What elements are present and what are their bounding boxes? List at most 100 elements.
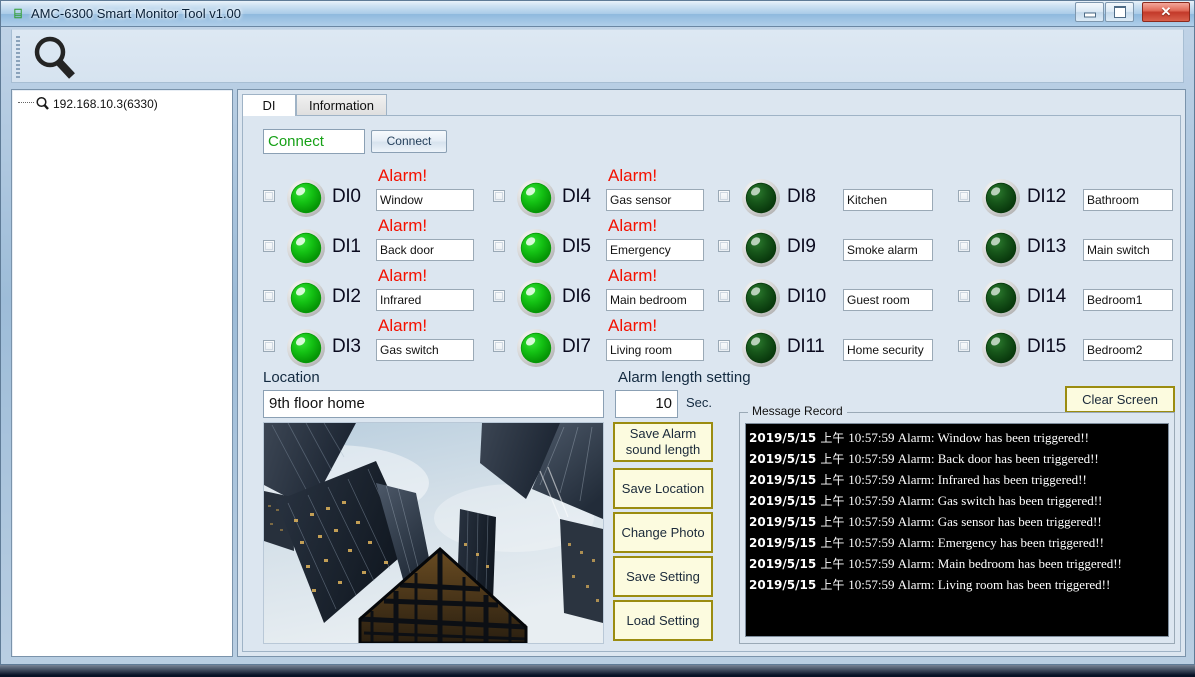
alarm-length-input[interactable]: 10 — [615, 390, 678, 418]
log-ampm: 上午 — [820, 473, 849, 487]
log-message: 10:57:59 Alarm: Gas sensor has been trig… — [848, 514, 1102, 529]
application-window: ⌸ AMC-6300 Smart Monitor Tool v1.00 ✕ 19… — [0, 0, 1195, 665]
save-location-button[interactable]: Save Location — [613, 468, 713, 509]
led-indicator-di5 — [516, 228, 556, 268]
di-name-input-di2[interactable]: Infrared — [376, 289, 474, 311]
close-button[interactable]: ✕ — [1142, 2, 1190, 22]
connect-button[interactable]: Connect — [371, 130, 447, 153]
di-name-input-di5[interactable]: Emergency — [606, 239, 704, 261]
log-message: 10:57:59 Alarm: Window has been triggere… — [848, 430, 1089, 445]
tab-information[interactable]: Information — [296, 94, 387, 116]
alarm-label-di5: Alarm! — [608, 216, 658, 235]
clear-screen-button[interactable]: Clear Screen — [1065, 386, 1175, 413]
di-label-di8: DI8 — [787, 186, 816, 207]
di-label-di13: DI13 — [1027, 236, 1066, 257]
log-ampm: 上午 — [820, 494, 849, 508]
location-photo[interactable] — [263, 422, 604, 644]
window-shadow — [0, 665, 1195, 677]
led-indicator-di12 — [981, 178, 1021, 218]
location-label: Location — [263, 369, 320, 386]
di-checkbox-di6[interactable] — [493, 290, 505, 302]
di-name-input-di3[interactable]: Gas switch — [376, 339, 474, 361]
di-checkbox-di4[interactable] — [493, 190, 505, 202]
led-indicator-di10 — [741, 278, 781, 318]
maximize-button[interactable] — [1105, 2, 1134, 22]
tree-item-device[interactable]: 192.168.10.3(6330) — [18, 95, 158, 113]
alarm-length-label: Alarm length setting — [618, 369, 751, 386]
close-icon: ✕ — [1160, 4, 1172, 19]
di-channel-di5: DI5 Emergency Alarm! — [493, 216, 723, 268]
led-indicator-di3 — [286, 328, 326, 368]
di-name-input-di13[interactable]: Main switch — [1083, 239, 1173, 261]
led-indicator-di6 — [516, 278, 556, 318]
di-channel-di8: DI8 Kitchen — [718, 168, 948, 218]
di-checkbox-di15[interactable] — [958, 340, 970, 352]
log-ampm: 上午 — [820, 578, 849, 592]
load-setting-button[interactable]: Load Setting — [613, 600, 713, 641]
save-setting-button[interactable]: Save Setting — [613, 556, 713, 597]
di-name-input-di12[interactable]: Bathroom — [1083, 189, 1173, 211]
di-checkbox-di14[interactable] — [958, 290, 970, 302]
message-log-line: 2019/5/15 上午 10:57:59 Alarm: Back door h… — [749, 448, 1168, 469]
di-checkbox-di3[interactable] — [263, 340, 275, 352]
minimize-button[interactable] — [1075, 2, 1104, 22]
search-icon[interactable] — [32, 35, 78, 80]
tab-di[interactable]: DI — [242, 94, 296, 116]
di-checkbox-di10[interactable] — [718, 290, 730, 302]
di-name-input-di9[interactable]: Smoke alarm — [843, 239, 933, 261]
message-log-line: 2019/5/15 上午 10:57:59 Alarm: Infrared ha… — [749, 469, 1168, 490]
led-indicator-di14 — [981, 278, 1021, 318]
di-name-input-di14[interactable]: Bedroom1 — [1083, 289, 1173, 311]
di-checkbox-di5[interactable] — [493, 240, 505, 252]
di-checkbox-di12[interactable] — [958, 190, 970, 202]
log-message: 10:57:59 Alarm: Living room has been tri… — [848, 577, 1111, 592]
alarm-length-unit: Sec. — [686, 395, 713, 410]
di-name-input-di10[interactable]: Guest room — [843, 289, 933, 311]
di-checkbox-di13[interactable] — [958, 240, 970, 252]
led-indicator-di4 — [516, 178, 556, 218]
log-date: 2019/5/15 — [749, 452, 821, 466]
device-tree-panel[interactable]: 192.168.10.3(6330) — [11, 89, 233, 657]
toolbar — [11, 29, 1184, 83]
message-log-line: 2019/5/15 上午 10:57:59 Alarm: Main bedroo… — [749, 553, 1168, 574]
main-panel: DI Information Connect Connect DI0 Window… — [237, 89, 1186, 657]
di-name-input-di8[interactable]: Kitchen — [843, 189, 933, 211]
di-checkbox-di7[interactable] — [493, 340, 505, 352]
led-indicator-di11 — [741, 328, 781, 368]
save-alarm-sound-length-button[interactable]: Save Alarm sound length — [613, 422, 713, 462]
di-label-di1: DI1 — [332, 236, 361, 257]
alarm-label-di1: Alarm! — [378, 216, 428, 235]
di-name-input-di15[interactable]: Bedroom2 — [1083, 339, 1173, 361]
di-checkbox-di1[interactable] — [263, 240, 275, 252]
change-photo-button[interactable]: Change Photo — [613, 512, 713, 553]
di-channel-di12: DI12 Bathroom — [958, 168, 1188, 218]
di-name-input-di4[interactable]: Gas sensor — [606, 189, 704, 211]
di-channel-di6: DI6 Main bedroom Alarm! — [493, 266, 723, 318]
di-name-input-di1[interactable]: Back door — [376, 239, 474, 261]
di-channel-di9: DI9 Smoke alarm — [718, 218, 948, 268]
log-date: 2019/5/15 — [749, 431, 821, 445]
toolbar-grip[interactable] — [16, 36, 20, 78]
di-checkbox-di11[interactable] — [718, 340, 730, 352]
led-indicator-di1 — [286, 228, 326, 268]
di-checkbox-di9[interactable] — [718, 240, 730, 252]
alarm-label-di4: Alarm! — [608, 166, 658, 185]
di-channel-di14: DI14 Bedroom1 — [958, 268, 1188, 318]
connection-status-field[interactable]: Connect — [263, 129, 365, 154]
di-name-input-di7[interactable]: Living room — [606, 339, 704, 361]
di-name-input-di11[interactable]: Home security — [843, 339, 933, 361]
message-record-legend: Message Record — [748, 404, 847, 418]
log-date: 2019/5/15 — [749, 536, 821, 550]
di-name-input-di6[interactable]: Main bedroom — [606, 289, 704, 311]
location-input[interactable]: 9th floor home — [263, 390, 604, 418]
di-name-input-di0[interactable]: Window — [376, 189, 474, 211]
di-checkbox-di8[interactable] — [718, 190, 730, 202]
di-checkbox-di0[interactable] — [263, 190, 275, 202]
di-channel-di11: DI11 Home security — [718, 318, 948, 368]
log-message: 10:57:59 Alarm: Gas switch has been trig… — [848, 493, 1103, 508]
message-record-log[interactable]: 2019/5/15 上午 10:57:59 Alarm: Window has … — [745, 423, 1169, 637]
di-checkbox-di2[interactable] — [263, 290, 275, 302]
log-ampm: 上午 — [820, 452, 849, 466]
message-log-line: 2019/5/15 上午 10:57:59 Alarm: Gas sensor … — [749, 511, 1168, 532]
desktop-background: ⌸ AMC-6300 Smart Monitor Tool v1.00 ✕ 19… — [0, 0, 1195, 677]
